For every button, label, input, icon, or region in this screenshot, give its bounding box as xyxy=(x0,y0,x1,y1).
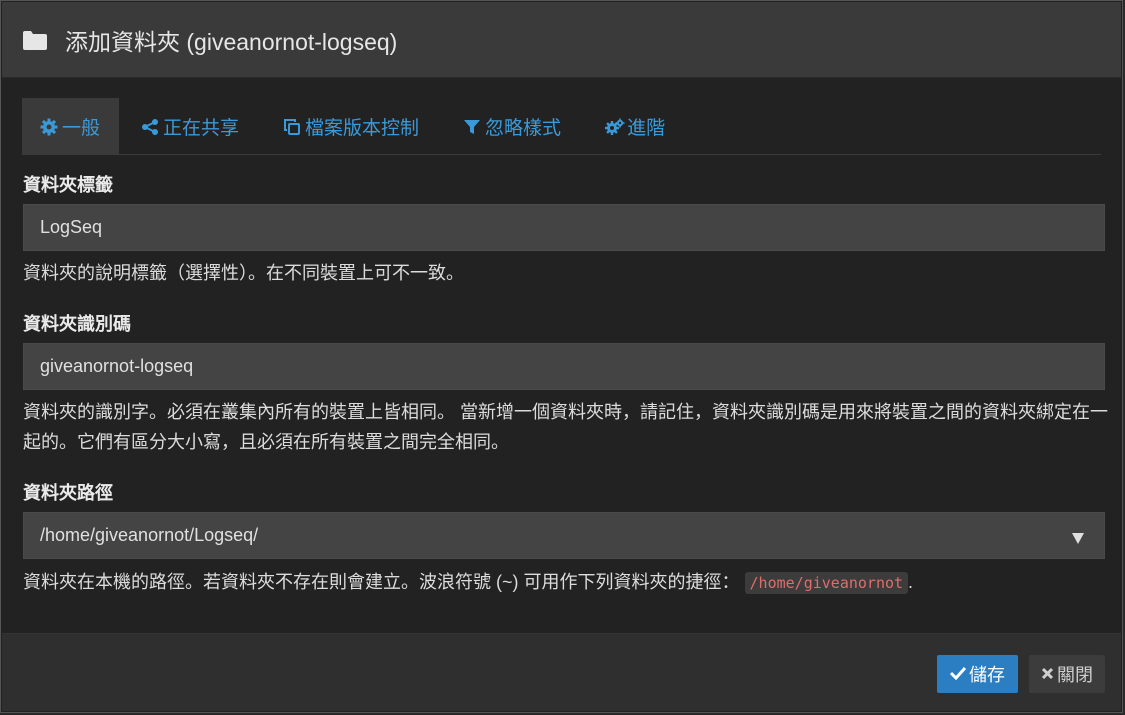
tab-versioning[interactable]: 檔案版本控制 xyxy=(261,98,441,155)
tab-general[interactable]: 一般 xyxy=(22,98,120,155)
dialog-title: 添加資料夾 (giveanornot-logseq) xyxy=(65,28,398,55)
add-folder-dialog: 添加資料夾 (giveanornot-logseq) 一般 正在共享 檔案版本控… xyxy=(0,0,1123,713)
tab-bar: 一般 正在共享 檔案版本控制 忽略樣式 進階 xyxy=(22,98,1101,155)
gear-icon xyxy=(40,118,58,136)
tab-sharing[interactable]: 正在共享 xyxy=(119,98,261,155)
folder-label-title: 資料夾標籤 xyxy=(23,175,113,195)
folder-path-help-text: 資料夾在本機的路徑。若資料夾不存在則會建立。波浪符號 (~) 可用作下列資料夾的… xyxy=(23,572,740,592)
close-label: 關閉 xyxy=(1057,665,1093,685)
tab-ignore-patterns[interactable]: 忽略樣式 xyxy=(441,98,583,155)
tab-label: 檔案版本控制 xyxy=(305,118,420,139)
folder-id-help: 資料夾的識別字。必須在叢集內所有的裝置上皆相同。 當新增一個資料夾時，請記住，資… xyxy=(23,402,1108,452)
folder-path-select[interactable]: /home/giveanornot/Logseq/ xyxy=(23,512,1105,559)
filter-icon xyxy=(463,118,481,136)
tab-label: 一般 xyxy=(62,118,101,139)
check-icon xyxy=(949,664,967,685)
folder-path-title: 資料夾路徑 xyxy=(23,483,113,503)
copy-icon xyxy=(283,118,301,136)
tab-advanced[interactable]: 進階 xyxy=(583,98,687,155)
share-icon xyxy=(141,118,159,136)
home-path-code: /home/giveanornot xyxy=(744,572,909,594)
close-button[interactable]: 關閉 xyxy=(1029,655,1105,693)
dialog-footer: 儲存 關閉 xyxy=(2,633,1121,711)
tab-label: 忽略樣式 xyxy=(485,118,562,139)
folder-label-input[interactable]: LogSeq xyxy=(23,204,1105,251)
dialog-body: 一般 正在共享 檔案版本控制 忽略樣式 進階 資料夾標籤 LogSeq 資料夾的… xyxy=(2,78,1121,633)
folder-path-help: 資料夾在本機的路徑。若資料夾不存在則會建立。波浪符號 (~) 可用作下列資料夾的… xyxy=(23,567,1113,598)
tab-label: 進階 xyxy=(627,118,666,139)
caret-down-icon xyxy=(1072,533,1084,544)
folder-id-title: 資料夾識別碼 xyxy=(23,314,131,334)
folder-path-value: /home/giveanornot/Logseq/ xyxy=(40,525,259,545)
folder-path-help-suffix: . xyxy=(908,572,914,592)
save-button[interactable]: 儲存 xyxy=(937,655,1018,693)
save-label: 儲存 xyxy=(969,665,1005,685)
close-icon xyxy=(1041,664,1054,685)
folder-icon xyxy=(22,29,48,51)
dialog-header: 添加資料夾 (giveanornot-logseq) xyxy=(2,2,1121,78)
tab-label: 正在共享 xyxy=(163,118,240,139)
folder-label-help: 資料夾的說明標籤（選擇性）。在不同裝置上可不一致。 xyxy=(23,263,464,283)
folder-id-input[interactable]: giveanornot-logseq xyxy=(23,343,1105,390)
gears-icon xyxy=(605,118,625,136)
